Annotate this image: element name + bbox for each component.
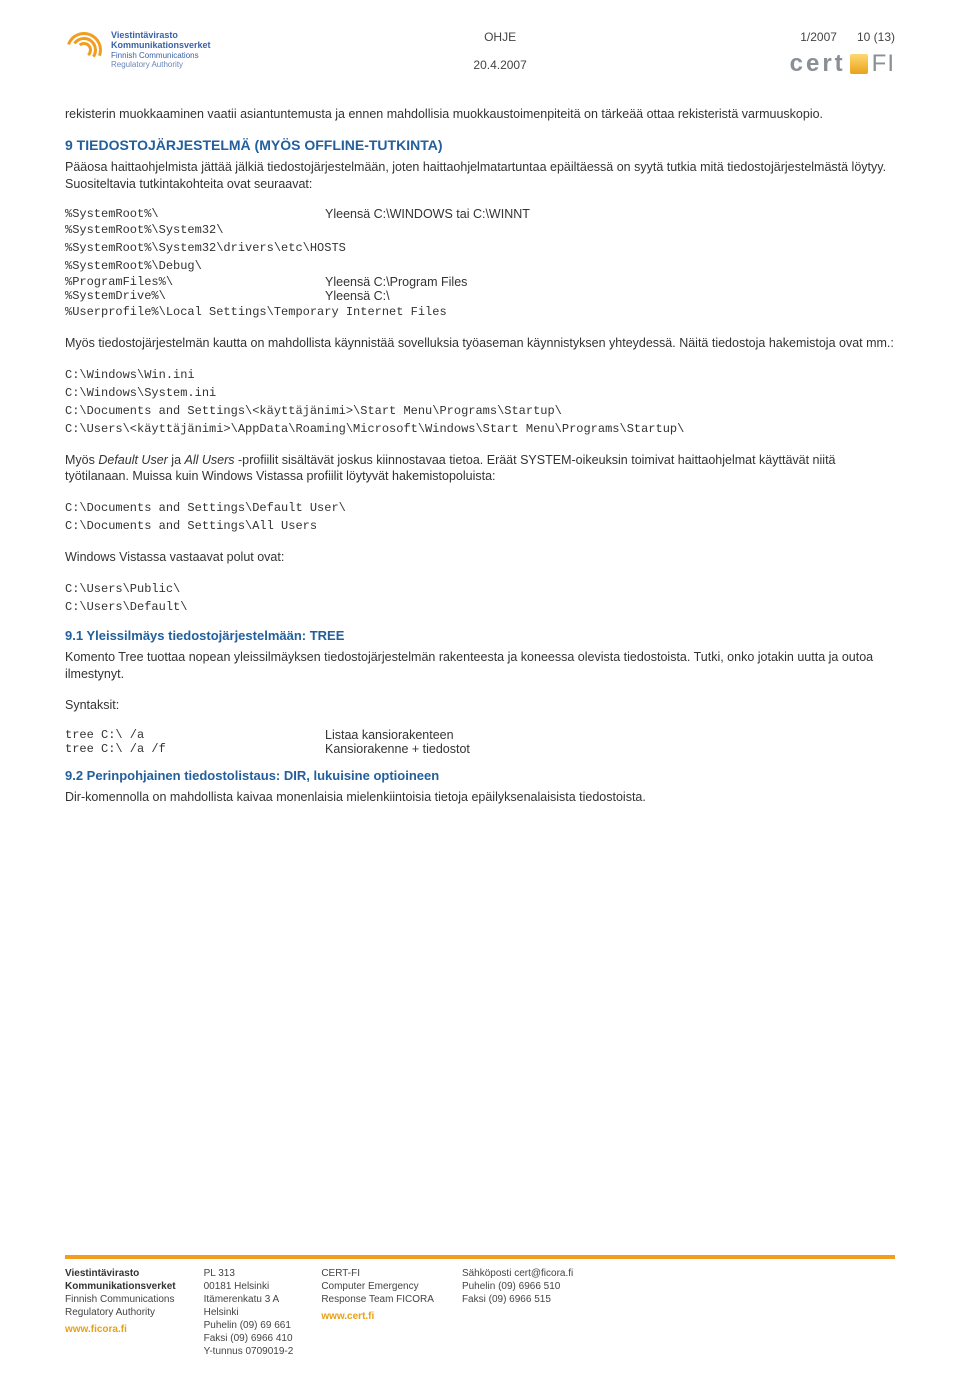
syntax-desc: Kansiorakenne + tiedostot — [325, 742, 470, 756]
cert-text: cert — [790, 50, 846, 78]
env-row: %SystemRoot%\ — [65, 207, 325, 221]
env-row-val: Yleensä C:\ — [325, 289, 390, 303]
document-body: rekisterin muokkaaminen vaatii asiantunt… — [65, 106, 895, 806]
env-row-val: Yleensä C:\Program Files — [325, 275, 467, 289]
env-row-val: Yleensä C:\WINDOWS tai C:\WINNT — [325, 207, 530, 221]
doc-date: 20.4.2007 — [211, 58, 790, 72]
cert-bar-icon — [850, 54, 868, 74]
section-9-1-heading: 9.1 Yleissilmäys tiedostojärjestelmään: … — [65, 628, 895, 643]
env-row: %Userprofile%\Local Settings\Temporary I… — [65, 303, 895, 321]
section-9-2-heading: 9.2 Perinpohjainen tiedostolistaus: DIR,… — [65, 768, 895, 783]
section-9-heading: 9 TIEDOSTOJÄRJESTELMÄ (MYÖS OFFLINE-TUTK… — [65, 137, 895, 153]
syntax-cmd: tree C:\ /a /f — [65, 742, 325, 756]
doc-label: OHJE — [211, 30, 790, 44]
paragraph-5: Windows Vistassa vastaavat polut ovat: — [65, 549, 895, 566]
ficora-logo: ViestintävirastoKommunikationsverket Fin… — [65, 30, 211, 69]
syntax-list: tree C:\ /aListaa kansiorakenteen tree C… — [65, 728, 895, 756]
org-name: ViestintävirastoKommunikationsverket Fin… — [111, 30, 211, 69]
org-logo-block: ViestintävirastoKommunikationsverket Fin… — [65, 30, 211, 69]
org-sv: Kommunikationsverket — [111, 40, 211, 50]
cert-fi-text: FI — [872, 50, 895, 78]
all-users-italic: All Users — [185, 453, 235, 467]
footer-col-2: PL 313 00181 Helsinki Itämerenkatu 3 A H… — [204, 1267, 294, 1358]
footer-link-ficora[interactable]: www.ficora.fi — [65, 1323, 176, 1336]
paths3-list: C:\Users\Public\ C:\Users\Default\ — [65, 580, 895, 616]
paragraph-3: Myös tiedostojärjestelmän kautta on mahd… — [65, 335, 895, 352]
org-enB: Regulatory Authority — [111, 60, 211, 69]
env-row: %ProgramFiles%\ — [65, 275, 325, 289]
intro-paragraph: rekisterin muokkaaminen vaatii asiantunt… — [65, 106, 895, 123]
paths2-list: C:\Documents and Settings\Default User\ … — [65, 499, 895, 535]
default-user-italic: Default User — [98, 453, 167, 467]
footer-col-4: Sähköposti cert@ficora.fi Puhelin (09) 6… — [462, 1267, 573, 1358]
footer-col-1: Viestintävirasto Kommunikationsverket Fi… — [65, 1267, 176, 1358]
section-9-2-text: Dir-komennolla on mahdollista kaivaa mon… — [65, 789, 895, 806]
header-middle: OHJE 20.4.2007 — [211, 30, 790, 72]
env-row: %SystemDrive%\ — [65, 289, 325, 303]
paths-list: C:\Windows\Win.ini C:\Windows\System.ini… — [65, 366, 895, 438]
footer-col-3: CERT-FI Computer Emergency Response Team… — [321, 1267, 434, 1358]
org-fi: Viestintävirasto — [111, 30, 178, 40]
env-var-list: %SystemRoot%\Yleensä C:\WINDOWS tai C:\W… — [65, 207, 895, 321]
section-9-1-text: Komento Tree tuottaa nopean yleissilmäyk… — [65, 649, 895, 683]
page-header: ViestintävirastoKommunikationsverket Fin… — [65, 30, 895, 78]
env-row: %SystemRoot%\Debug\ — [65, 257, 895, 275]
swirl-icon — [65, 31, 103, 69]
syntax-desc: Listaa kansiorakenteen — [325, 728, 454, 742]
paragraph-4: Myös Default User ja All Users -profiili… — [65, 452, 895, 486]
org-enA: Finnish Communications — [111, 51, 211, 60]
syntax-cmd: tree C:\ /a — [65, 728, 325, 742]
page-footer: Viestintävirasto Kommunikationsverket Fi… — [65, 1255, 895, 1358]
cert-fi-logo: cert FI — [790, 50, 895, 78]
page-num: 10 (13) — [857, 30, 895, 44]
env-row: %SystemRoot%\System32\drivers\etc\HOSTS — [65, 239, 895, 257]
env-row: %SystemRoot%\System32\ — [65, 221, 895, 239]
footer-link-cert[interactable]: www.cert.fi — [321, 1310, 434, 1323]
section-9-intro: Pääosa haittaohjelmista jättää jälkiä ti… — [65, 159, 895, 193]
issue: 1/2007 — [800, 30, 837, 44]
syntax-label: Syntaksit: — [65, 697, 895, 714]
header-right: 1/2007 10 (13) cert FI — [790, 30, 895, 78]
